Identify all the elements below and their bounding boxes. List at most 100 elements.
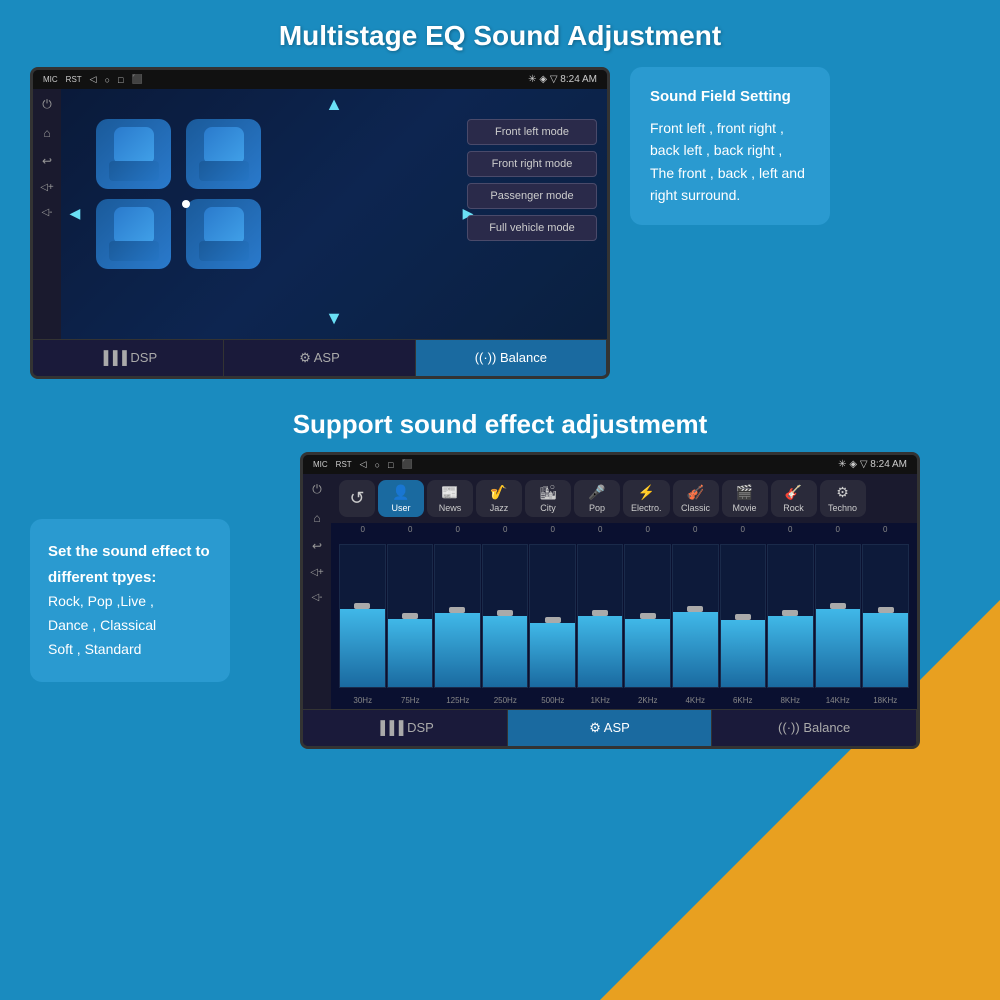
preset-user[interactable]: 👤 User <box>378 480 424 517</box>
balance-tab-1[interactable]: ((·)) Balance <box>416 340 607 376</box>
eq-channel-6[interactable] <box>624 544 671 688</box>
eq-channel-8[interactable] <box>720 544 767 688</box>
eq-val-2: 0 <box>387 525 435 534</box>
back-icon[interactable]: ◁ <box>90 74 97 85</box>
nav-down[interactable]: ▼ <box>325 308 343 329</box>
home-icon-2[interactable]: ○ <box>375 460 380 470</box>
eq-channel-1[interactable] <box>387 544 434 688</box>
time-display-2: 8:24 AM <box>870 459 907 470</box>
preset-techno[interactable]: ⚙ Techno <box>820 480 866 517</box>
preset-pop[interactable]: 🎤 Pop <box>574 480 620 517</box>
square-icon-2[interactable]: □ <box>388 460 393 470</box>
preset-rock[interactable]: 🎸 Rock <box>771 480 817 517</box>
eq-channel-3[interactable] <box>482 544 529 688</box>
electro-preset-label: Electro. <box>631 503 662 513</box>
side-icons-1: ⏻ ⌂ ↩ ◁+ ◁- <box>33 89 61 339</box>
asp-tab-2[interactable]: ⚙ ASP <box>508 710 713 746</box>
nav-up[interactable]: ▲ <box>325 94 343 115</box>
sound-info-body: Rock, Pop ,Live ,Dance , ClassicalSoft ,… <box>48 590 212 661</box>
section2-title: Support sound effect adjustmemt <box>30 409 970 440</box>
movie-preset-icon: 🎬 <box>736 484 753 501</box>
dsp-tab-2[interactable]: ▐▐▐ DSP <box>303 710 508 746</box>
eq-slider-11[interactable] <box>878 607 894 613</box>
eq-bar-fill-6 <box>625 619 670 687</box>
eq-slider-9[interactable] <box>782 610 798 616</box>
preset-classic[interactable]: 🎻 Classic <box>673 480 719 517</box>
freq-500hz: 500Hz <box>529 696 577 705</box>
eq-channel-4[interactable] <box>529 544 576 688</box>
status-bar-left-2: MIC RST ◁ ○ □ ⬛ <box>313 459 413 470</box>
back-icon-2[interactable]: ◁ <box>360 459 367 470</box>
refresh-btn[interactable]: ↺ <box>339 480 375 517</box>
eq-slider-5[interactable] <box>592 610 608 616</box>
back-side-icon[interactable]: ↩ <box>42 154 52 168</box>
sound-effect-info-box: Set the sound effect to different tpyes:… <box>30 519 230 681</box>
freq-75hz: 75Hz <box>387 696 435 705</box>
eq-slider-2[interactable] <box>449 607 465 613</box>
mic-label-2: MIC <box>313 460 328 469</box>
screen-body-1: ⏻ ⌂ ↩ ◁+ ◁- ▲ ◄ ► <box>33 89 607 339</box>
front-left-mode-btn[interactable]: Front left mode <box>467 119 597 145</box>
eq-slider-10[interactable] <box>830 603 846 609</box>
time-display: 8:24 AM <box>560 74 597 85</box>
square-icon[interactable]: □ <box>118 75 123 85</box>
home-icon[interactable]: ○ <box>105 75 110 85</box>
power-icon[interactable]: ⏻ <box>42 97 52 112</box>
preset-electro[interactable]: ⚡ Electro. <box>623 480 670 517</box>
eq-channel-9[interactable] <box>767 544 814 688</box>
eq-slider-8[interactable] <box>735 614 751 620</box>
eq-slider-6[interactable] <box>640 613 656 619</box>
eq-slider-7[interactable] <box>687 606 703 612</box>
techno-preset-label: Techno <box>828 503 857 513</box>
nav-left[interactable]: ◄ <box>66 204 84 225</box>
asp-tab-1[interactable]: ⚙ ASP <box>224 340 415 376</box>
vol-down-icon-2[interactable]: ◁+ <box>310 567 324 578</box>
vol-up-icon-2[interactable]: ◁- <box>311 592 322 603</box>
eq-channel-10[interactable] <box>815 544 862 688</box>
back-side-icon-2[interactable]: ↩ <box>312 539 322 553</box>
eq-slider-0[interactable] <box>354 603 370 609</box>
rock-preset-icon: 🎸 <box>785 484 802 501</box>
side-icons-2: ⏻ ⌂ ↩ ◁+ ◁- <box>303 474 331 709</box>
status-bar-1: MIC RST ◁ ○ □ ⬛ ✳ ◈ ▽ 8:24 AM <box>33 70 607 89</box>
eq-bars <box>331 536 917 696</box>
eq-val-9: 0 <box>719 525 767 534</box>
eq-channel-2[interactable] <box>434 544 481 688</box>
balance-tab-2[interactable]: ((·)) Balance <box>712 710 917 746</box>
preset-movie[interactable]: 🎬 Movie <box>722 480 768 517</box>
rst-label-2: RST <box>336 460 352 469</box>
preset-news[interactable]: 📰 News <box>427 480 473 517</box>
pop-preset-label: Pop <box>589 503 605 513</box>
screen-body-2: ⏻ ⌂ ↩ ◁+ ◁- ↺ 👤 User <box>303 474 917 709</box>
eq-slider-1[interactable] <box>402 613 418 619</box>
news-preset-label: News <box>439 503 462 513</box>
passenger-mode-btn[interactable]: Passenger mode <box>467 183 597 209</box>
user-preset-icon: 👤 <box>392 484 409 501</box>
eq-channel-11[interactable] <box>862 544 909 688</box>
home-side-icon[interactable]: ⌂ <box>43 126 50 140</box>
vol-down-icon[interactable]: ◁+ <box>40 182 54 193</box>
eq-channel-7[interactable] <box>672 544 719 688</box>
seat-front-left <box>96 119 171 189</box>
home-side-icon-2[interactable]: ⌂ <box>313 511 320 525</box>
eq-channel-5[interactable] <box>577 544 624 688</box>
eq-channel-0[interactable] <box>339 544 386 688</box>
eq-bar-track-3 <box>482 544 529 688</box>
eq-bar-fill-2 <box>435 613 480 687</box>
eq-bar-track-5 <box>577 544 624 688</box>
freq-30hz: 30Hz <box>339 696 387 705</box>
power-icon-2[interactable]: ⏻ <box>312 482 322 497</box>
eq-val-5: 0 <box>529 525 577 534</box>
eq-slider-3[interactable] <box>497 610 513 616</box>
eq-val-4: 0 <box>482 525 530 534</box>
vol-up-icon[interactable]: ◁- <box>41 207 52 218</box>
preset-city[interactable]: 🏙 City <box>525 480 571 517</box>
preset-jazz[interactable]: 🎷 Jazz <box>476 480 522 517</box>
eq-val-11: 0 <box>814 525 862 534</box>
front-right-mode-btn[interactable]: Front right mode <box>467 151 597 177</box>
dsp-tab-1[interactable]: ▐▐▐ DSP <box>33 340 224 376</box>
eq-slider-4[interactable] <box>545 617 561 623</box>
asp-label-2: ASP <box>604 720 630 735</box>
bottom-tabs-2: ▐▐▐ DSP ⚙ ASP ((·)) Balance <box>303 709 917 746</box>
full-vehicle-mode-btn[interactable]: Full vehicle mode <box>467 215 597 241</box>
